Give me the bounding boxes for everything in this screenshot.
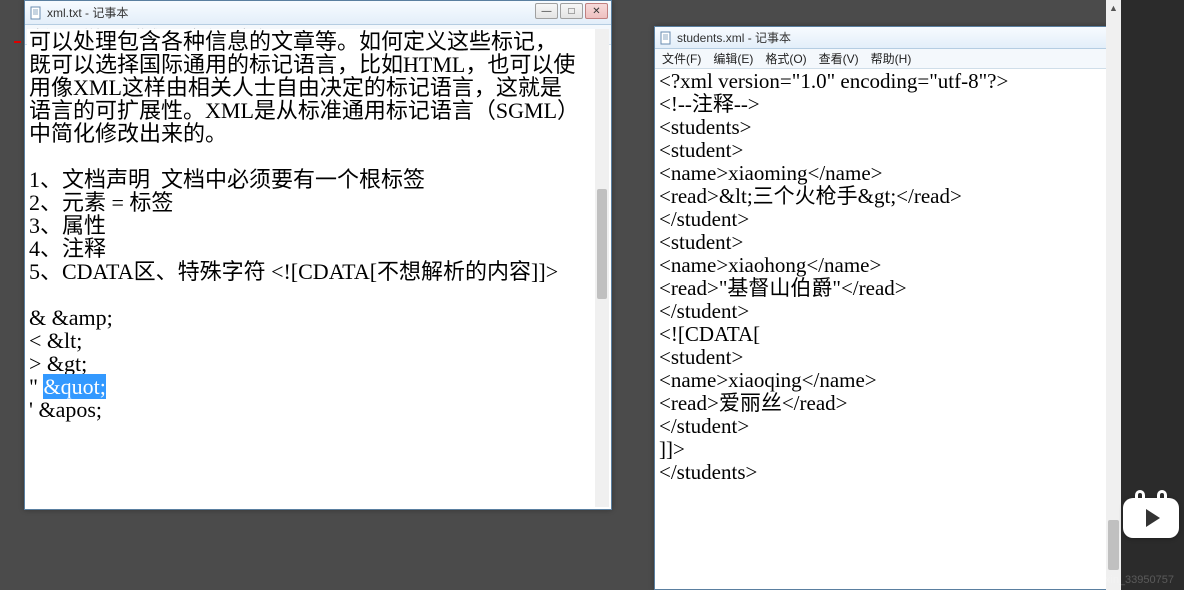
- menu-format[interactable]: 格式(O): [762, 49, 809, 68]
- text-area-left[interactable]: 可以处理包含各种信息的文章等。如何定义这些标记，既可以选择国际通用的标记语言，比…: [27, 29, 595, 507]
- window-title: students.xml - 记事本: [677, 29, 791, 46]
- menu-view[interactable]: 查看(V): [816, 49, 862, 68]
- video-play-button[interactable]: [1123, 498, 1179, 538]
- scroll-up-icon[interactable]: ▲: [1106, 0, 1121, 15]
- close-button[interactable]: ✕: [585, 3, 608, 19]
- titlebar-right[interactable]: students.xml - 记事本: [655, 27, 1119, 49]
- play-icon: [1146, 509, 1160, 527]
- document-icon: [29, 6, 43, 20]
- menu-help[interactable]: 帮助(H): [868, 49, 915, 68]
- titlebar-left[interactable]: xml.txt - 记事本 — □ ✕: [25, 1, 611, 25]
- window-controls: — □ ✕: [535, 3, 608, 19]
- menubar-right: 文件(F) 编辑(E) 格式(O) 查看(V) 帮助(H): [655, 49, 1119, 69]
- document-icon: [659, 31, 673, 45]
- menu-file[interactable]: 文件(F): [659, 49, 704, 68]
- maximize-button[interactable]: □: [560, 3, 583, 19]
- scrollbar-left[interactable]: [595, 29, 609, 507]
- notepad-window-left: xml.txt - 记事本 — □ ✕ 文件(F) 编辑(E) 格式(O) 查看…: [24, 0, 612, 510]
- minimize-button[interactable]: —: [535, 3, 558, 19]
- scrollbar-thumb[interactable]: [597, 189, 607, 299]
- page-scrollbar-thumb[interactable]: [1108, 520, 1119, 570]
- menu-edit[interactable]: 编辑(E): [710, 49, 756, 68]
- text-area-right[interactable]: <?xml version="1.0" encoding="utf-8"?><!…: [657, 69, 1117, 587]
- red-caret-mark: [14, 41, 21, 43]
- notepad-window-right: students.xml - 记事本 文件(F) 编辑(E) 格式(O) 查看(…: [654, 26, 1120, 590]
- page-scrollbar[interactable]: ▲: [1106, 0, 1121, 590]
- window-title: xml.txt - 记事本: [47, 4, 128, 21]
- watermark-text: blog.csdn.net/weixin_33950757: [1020, 574, 1174, 586]
